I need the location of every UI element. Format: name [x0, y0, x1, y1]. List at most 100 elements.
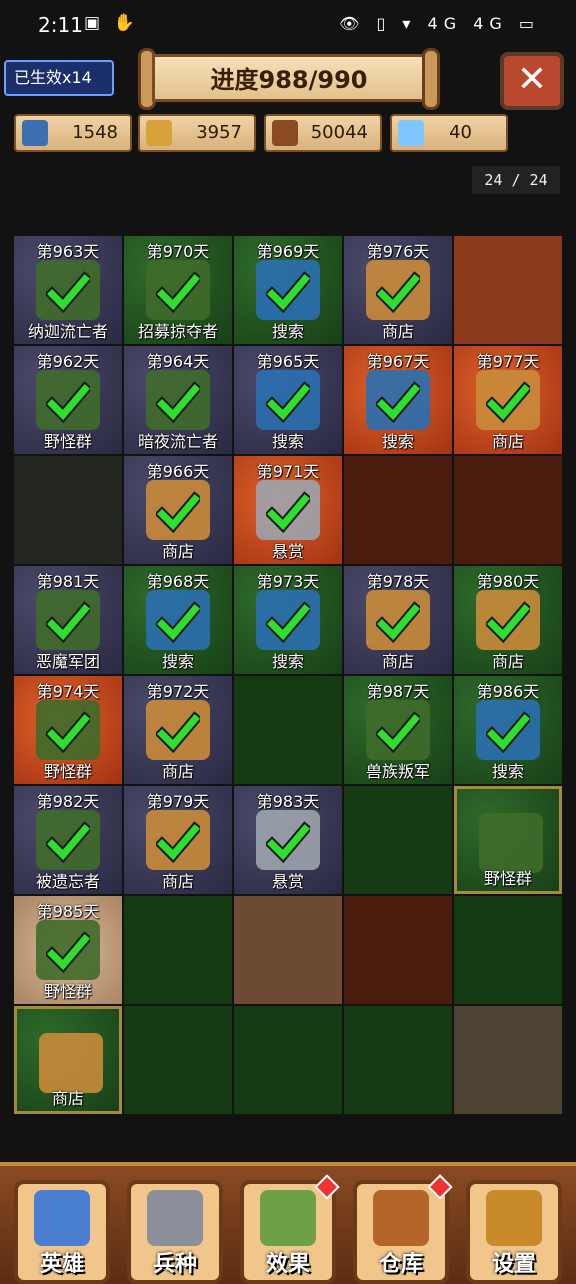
tile-day: 第978天 — [366, 572, 430, 591]
checkmark-icon — [156, 711, 200, 754]
nav-button[interactable]: 设置 — [466, 1180, 562, 1284]
nav-button[interactable]: 仓库 — [353, 1174, 453, 1284]
map-tile[interactable] — [124, 896, 232, 1004]
checkmark-icon — [266, 491, 310, 534]
map-tile[interactable]: 第977天 商店 — [454, 346, 562, 454]
active-effects-badge[interactable]: 已生效x14 — [4, 60, 114, 96]
treasure-chest-icon — [373, 1190, 429, 1246]
tile-label: 商店 — [161, 542, 194, 561]
map-tile[interactable]: 第963天 纳迦流亡者 — [14, 236, 122, 344]
resource-value: 50044 — [310, 122, 368, 143]
tile-label: 搜索 — [381, 432, 414, 451]
map-tile[interactable] — [124, 1006, 232, 1114]
checkmark-icon — [156, 601, 200, 644]
checkmark-icon — [486, 381, 530, 424]
tile-day: 第976天 — [366, 242, 430, 261]
map-tile[interactable]: 第983天 悬赏 — [234, 786, 342, 894]
close-button[interactable]: ✕ — [500, 52, 564, 110]
checkmark-icon — [46, 821, 90, 864]
map-tile[interactable] — [454, 896, 562, 1004]
map-tile[interactable]: 第978天商店 — [344, 566, 452, 674]
map-tile[interactable]: 第964天 暗夜流亡者 — [124, 346, 232, 454]
nav-button[interactable]: 兵种 — [127, 1180, 223, 1284]
treasure-sack-icon — [39, 1033, 103, 1093]
map-tile[interactable]: 第979天 商店 — [124, 786, 232, 894]
map-tile[interactable]: 第980天 商店 — [454, 566, 562, 674]
tile-day: 第982天 — [36, 792, 100, 811]
map-tile[interactable]: 第986天 搜索 — [454, 676, 562, 784]
tile-label: 野怪群 — [43, 982, 92, 1001]
map-tile[interactable] — [344, 896, 452, 1004]
map-tile[interactable]: 第973天 搜索 — [234, 566, 342, 674]
map-tile[interactable] — [14, 456, 122, 564]
tile-day: 第985天 — [36, 902, 100, 921]
progress-scroll: 进度988/990 — [138, 48, 440, 110]
map-tile[interactable]: 第970天招募掠夺者 — [124, 236, 232, 344]
wood-logs-icon — [272, 120, 298, 146]
tile-label: 被遗忘者 — [35, 872, 100, 891]
resource-value: 40 — [449, 122, 472, 143]
resource-crystal: 40 — [390, 114, 508, 152]
tile-day: 第970天 — [146, 242, 210, 261]
nav-label: 兵种 — [152, 1252, 197, 1277]
map-tile[interactable] — [344, 1006, 452, 1114]
map-tile[interactable]: 第962天野怪群 — [14, 346, 122, 454]
map-tile[interactable]: 商店 — [14, 1006, 122, 1114]
clock: 2:11 — [38, 13, 83, 37]
tile-label: 商店 — [51, 1089, 84, 1108]
tile-label: 招募掠夺者 — [137, 322, 218, 341]
checkmark-icon — [376, 381, 420, 424]
map-tile[interactable]: 第974天 野怪群 — [14, 676, 122, 784]
checkmark-icon — [486, 711, 530, 754]
map-tile[interactable]: 第976天 商店 — [344, 236, 452, 344]
map-tile[interactable]: 第967天 搜索 — [344, 346, 452, 454]
notification-icons: ▣ ✋ — [84, 13, 139, 33]
map-tile[interactable] — [234, 896, 342, 1004]
system-icons: 👁 ▯ ▾ 4G 4G ▭ — [339, 14, 540, 33]
banner-icon — [479, 813, 543, 873]
spellbook-icon — [260, 1190, 316, 1246]
bottom-nav: 英雄 兵种 效果 仓库 设置 — [0, 1162, 576, 1284]
map-tile[interactable]: 第981天 恶魔军团 — [14, 566, 122, 674]
map-tile[interactable] — [344, 786, 452, 894]
nav-button[interactable]: 效果 — [240, 1174, 340, 1284]
map-tile[interactable]: 第971天 悬赏 — [234, 456, 342, 564]
sword-icon — [34, 1190, 90, 1246]
map-tile[interactable]: 第966天商店 — [124, 456, 232, 564]
tile-day: 第962天 — [36, 352, 100, 371]
checkmark-icon — [266, 381, 310, 424]
map-tile[interactable] — [454, 1006, 562, 1114]
tile-label: 商店 — [381, 652, 414, 671]
tile-label: 商店 — [161, 762, 194, 781]
nav-label: 设置 — [491, 1252, 536, 1277]
checkmark-icon — [46, 931, 90, 974]
map-tile[interactable] — [454, 456, 562, 564]
map-tile[interactable]: 第965天 搜索 — [234, 346, 342, 454]
gold-coins-icon — [146, 120, 172, 146]
tile-day: 第964天 — [146, 352, 210, 371]
checkmark-icon — [156, 381, 200, 424]
map-tile[interactable]: 第982天被遗忘者 — [14, 786, 122, 894]
map-tile[interactable]: 第969天 搜索 — [234, 236, 342, 344]
checkmark-icon — [156, 821, 200, 864]
helmet-icon — [147, 1190, 203, 1246]
map-tile[interactable]: 第987天 兽族叛军 — [344, 676, 452, 784]
checkmark-icon — [266, 271, 310, 314]
map-tile[interactable] — [344, 456, 452, 564]
map-tile[interactable] — [454, 236, 562, 344]
map-tile[interactable] — [234, 676, 342, 784]
map-tile[interactable]: 第968天 搜索 — [124, 566, 232, 674]
tile-label: 野怪群 — [43, 432, 92, 451]
checkmark-icon — [376, 271, 420, 314]
map-tile[interactable]: 第985天野怪群 — [14, 896, 122, 1004]
map-tile[interactable] — [234, 1006, 342, 1114]
map-tile[interactable]: 野怪群 — [454, 786, 562, 894]
nav-button[interactable]: 英雄 — [14, 1180, 110, 1284]
map-tile[interactable]: 第972天 商店 — [124, 676, 232, 784]
tile-label: 商店 — [491, 652, 524, 671]
tile-label: 恶魔军团 — [35, 652, 100, 671]
checkmark-icon — [46, 381, 90, 424]
tile-label: 商店 — [491, 432, 524, 451]
tile-day: 第966天 — [146, 462, 210, 481]
checkmark-icon — [266, 601, 310, 644]
